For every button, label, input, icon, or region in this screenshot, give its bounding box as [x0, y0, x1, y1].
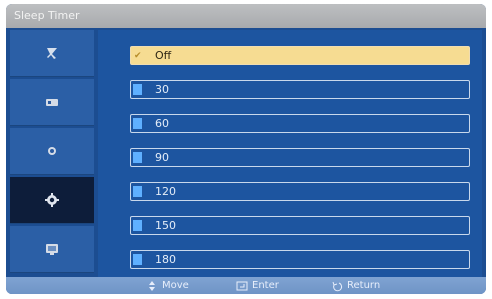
- move-arrows-icon: [149, 280, 155, 291]
- footer-hints: Move Enter Return: [6, 277, 486, 294]
- option-60[interactable]: 60: [130, 114, 470, 133]
- option-marker: [133, 152, 142, 163]
- option-150[interactable]: 150: [130, 216, 470, 235]
- option-label: 90: [155, 151, 169, 164]
- channel-icon: [48, 147, 56, 155]
- sleep-timer-osd: Sleep Timer ✔ Off 30 60 90 120 150 180 M…: [6, 4, 486, 294]
- option-30[interactable]: 30: [130, 80, 470, 99]
- input-icon: [46, 244, 58, 255]
- options-panel: ✔ Off 30 60 90 120 150 180: [98, 30, 482, 277]
- option-label: 150: [155, 219, 176, 232]
- enter-icon: [236, 281, 248, 290]
- return-icon: [332, 281, 343, 291]
- option-off[interactable]: ✔ Off: [130, 46, 470, 65]
- enter-label: Enter: [252, 280, 279, 291]
- option-120[interactable]: 120: [130, 182, 470, 201]
- option-90[interactable]: 90: [130, 148, 470, 167]
- option-label: 180: [155, 253, 176, 266]
- sound-icon: [46, 99, 58, 106]
- option-180[interactable]: 180: [130, 250, 470, 269]
- enter-hint: Enter: [236, 277, 279, 294]
- setup-gear-icon: [45, 193, 59, 207]
- move-hint: Move: [146, 277, 189, 294]
- move-label: Move: [162, 280, 189, 291]
- option-label: 60: [155, 117, 169, 130]
- option-marker: [133, 84, 142, 95]
- option-marker: [133, 220, 142, 231]
- sidebar-item-input[interactable]: [10, 226, 94, 273]
- picture-icon: [47, 48, 57, 59]
- option-marker: [133, 254, 142, 265]
- option-label: Off: [155, 49, 172, 62]
- option-marker: [133, 186, 142, 197]
- option-marker: [133, 118, 142, 129]
- sidebar-item-channel[interactable]: [10, 128, 94, 175]
- window-title: Sleep Timer: [6, 4, 486, 28]
- option-label: 120: [155, 185, 176, 198]
- return-hint: Return: [331, 277, 380, 294]
- option-label: 30: [155, 83, 169, 96]
- sidebar-item-sound[interactable]: [10, 79, 94, 126]
- sidebar: [10, 30, 94, 277]
- checkmark-icon: ✔: [134, 51, 142, 61]
- return-label: Return: [347, 280, 381, 291]
- sidebar-item-picture[interactable]: [10, 30, 94, 77]
- sidebar-item-setup[interactable]: [10, 177, 94, 224]
